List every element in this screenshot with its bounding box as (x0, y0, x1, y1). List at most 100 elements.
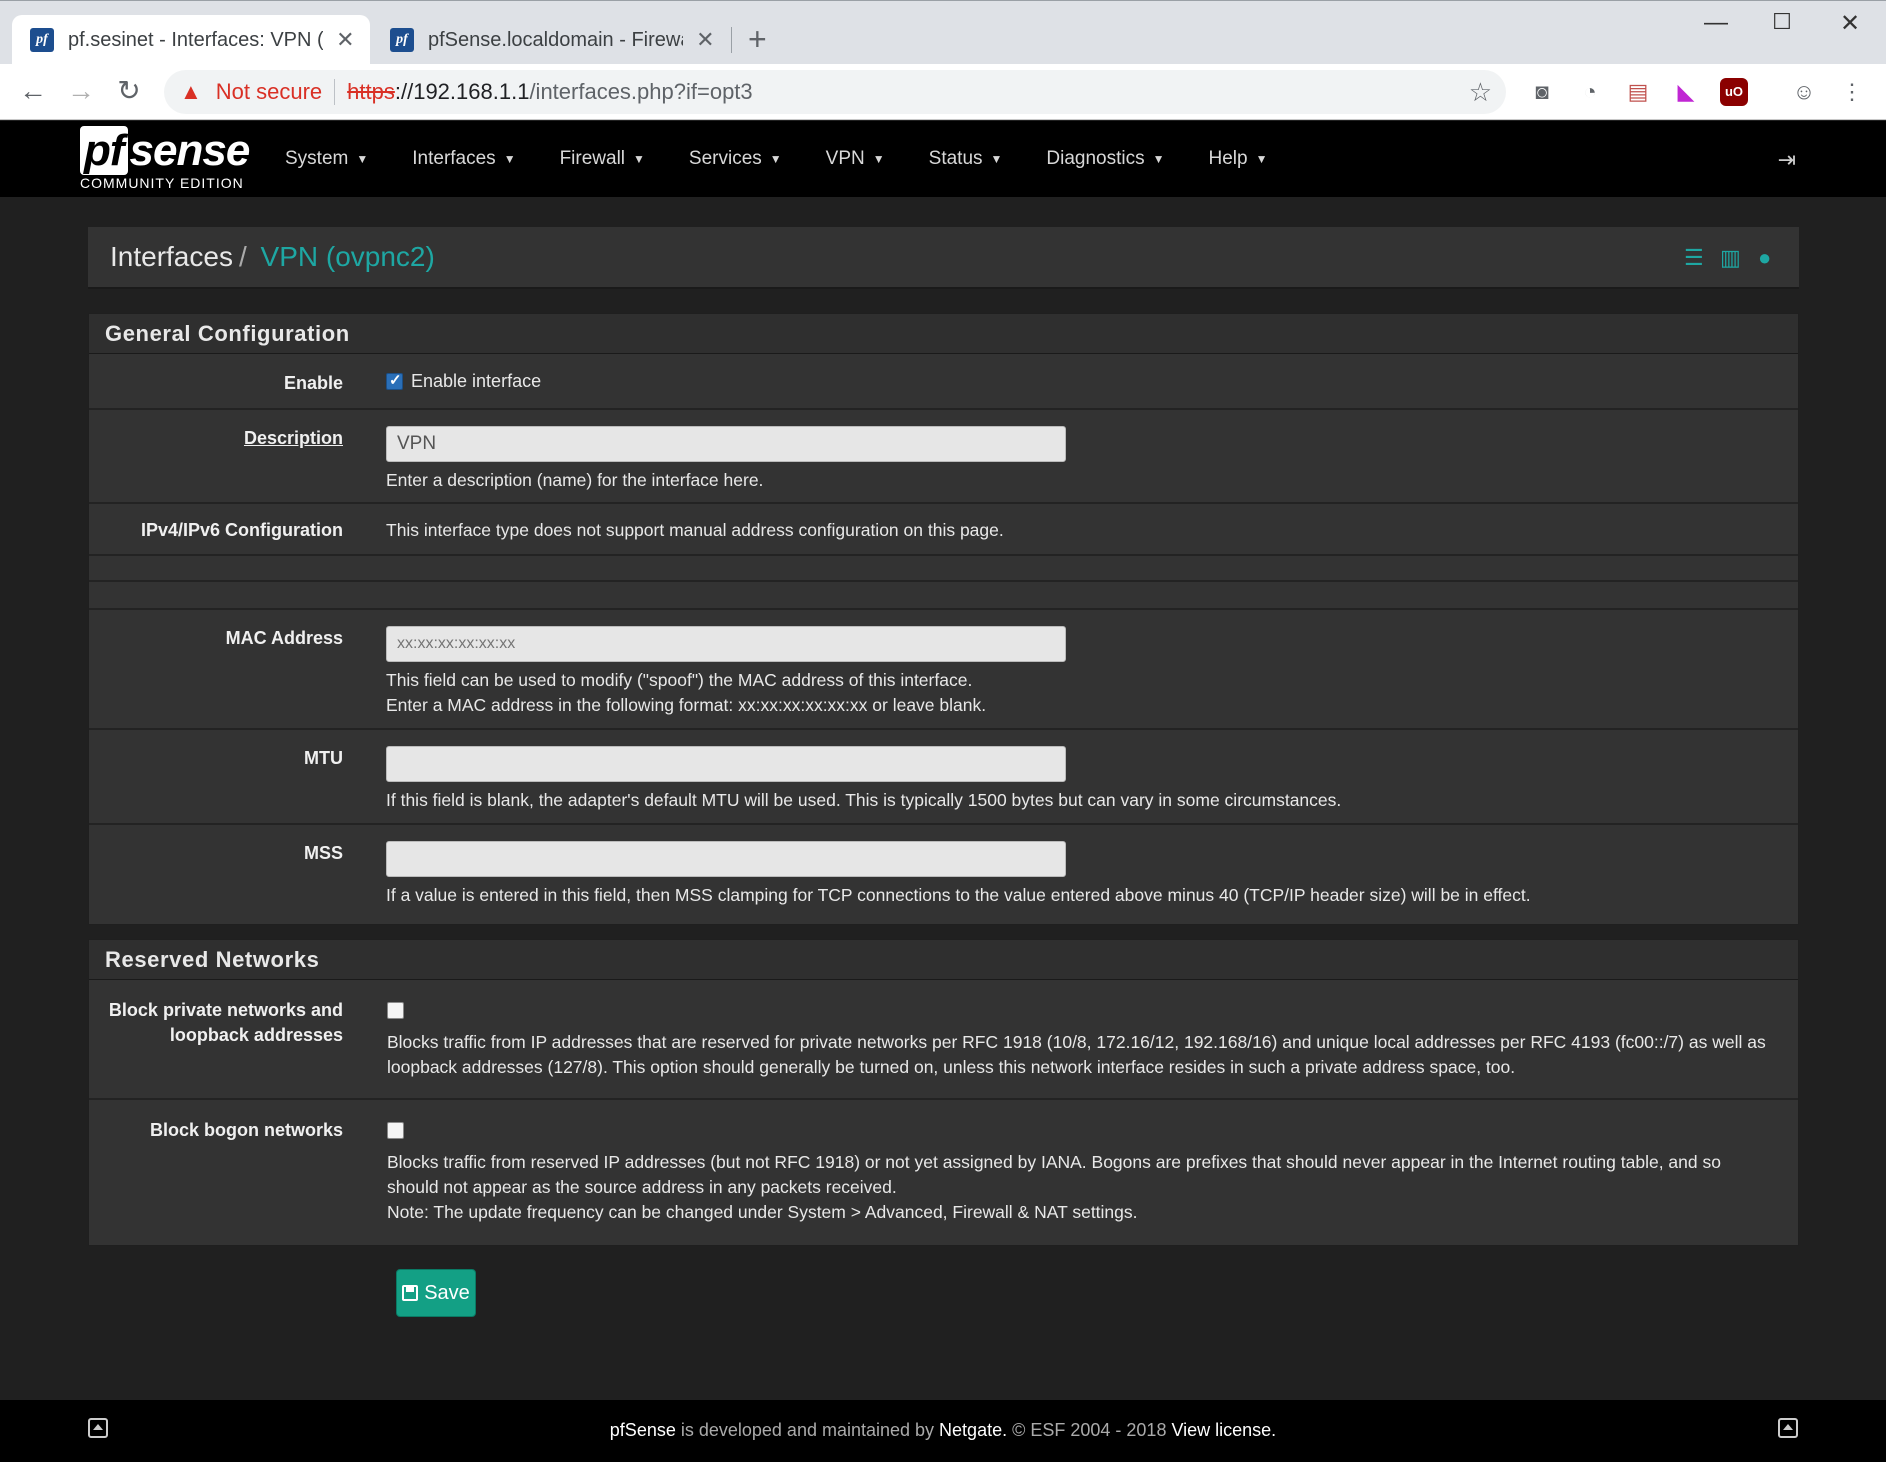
block-private-checkbox[interactable] (387, 1002, 404, 1020)
new-tab-icon[interactable]: + (748, 23, 767, 55)
footer-text: pfSense is developed and maintained by N… (0, 1420, 1886, 1441)
caret-down-icon: ▼ (356, 152, 369, 166)
help-icon[interactable]: ● (1758, 245, 1771, 271)
save-label: Save (424, 1281, 470, 1304)
ipconfig-text: This interface type does not support man… (386, 520, 1004, 540)
logo-edition: COMMUNITY EDITION (80, 175, 244, 191)
pfsense-favicon-icon: pf (390, 28, 414, 52)
row-mtu: MTU If this field is blank, the adapter'… (89, 730, 1798, 825)
row-block-private: Block private networks and loopback addr… (89, 980, 1798, 1100)
breadcrumb-current[interactable]: VPN (ovpnc2) (261, 241, 435, 272)
menu-label: System (285, 148, 349, 169)
panel-heading: General Configuration (89, 314, 1798, 354)
pfsense-logo[interactable]: pf sense COMMUNITY EDITION (80, 126, 251, 191)
mac-address-input[interactable] (386, 626, 1066, 662)
menu-firewall[interactable]: Firewall ▼ (560, 148, 645, 170)
menu-label: VPN (825, 148, 865, 169)
profile-avatar-icon[interactable]: ☺ (1790, 78, 1818, 106)
description-input[interactable] (386, 426, 1066, 462)
tab-title: pf.sesinet - Interfaces: VPN (ovpnc2) (68, 28, 323, 51)
menu-status[interactable]: Status ▼ (929, 148, 1003, 170)
ublock-extension-icon[interactable]: uO (1720, 78, 1748, 106)
security-status[interactable]: Not secure (216, 79, 322, 105)
mtu-label: MTU (304, 748, 343, 768)
breadcrumb: Interfaces / VPN (ovpnc2) ☰ ▥ ● (88, 227, 1799, 289)
footer-brand: pfSense (609, 1420, 676, 1440)
block-bogon-help-2: should not appear as the source address … (387, 1177, 897, 1197)
caret-down-icon: ▼ (633, 152, 645, 166)
footer-middle: is developed and maintained by (675, 1420, 940, 1440)
caret-down-icon: ▼ (503, 152, 516, 166)
block-private-help: Blocks traffic from IP addresses that ar… (387, 1032, 1766, 1052)
enable-label: Enable (283, 373, 343, 394)
save-button[interactable]: Save (396, 1269, 476, 1317)
menu-label: Status (928, 148, 983, 169)
menu-system[interactable]: System ▼ (285, 148, 368, 170)
row-ipconfig: IPv4/IPv6 Configuration This interface t… (89, 504, 1798, 556)
camera-extension-icon[interactable]: ◙ (1528, 78, 1556, 106)
caret-down-icon: ▼ (990, 152, 1003, 166)
cast-extension-icon[interactable]: ▤ (1624, 78, 1652, 106)
menu-label: Help (1208, 148, 1248, 169)
ipconfig-label: IPv4/IPv6 Configuration (140, 520, 343, 540)
footer-license-link[interactable]: View license. (1171, 1420, 1276, 1440)
menu-diagnostics[interactable]: Diagnostics ▼ (1046, 148, 1164, 170)
logout-icon[interactable]: ⇥ (1778, 147, 1796, 173)
mtu-help: If this field is blank, the adapter's de… (386, 790, 1342, 810)
block-private-label-line2: loopback addresses (169, 1025, 343, 1045)
mss-input[interactable] (386, 841, 1066, 877)
browser-menu-icon[interactable]: ⋮ (1838, 78, 1866, 106)
description-label[interactable]: Description (89, 426, 343, 451)
omnibox-divider (334, 79, 336, 105)
speedometer-extension-icon[interactable]: ◔ (1576, 78, 1604, 106)
address-bar[interactable]: ▲ Not secure https ://192.168.1.1 /inter… (164, 70, 1506, 114)
browser-tab-strip: pf pf.sesinet - Interfaces: VPN (ovpnc2)… (0, 0, 1886, 65)
browser-tab[interactable]: pf pfSense.localdomain - Firewall: NAT ✕ (372, 15, 730, 65)
menu-label: Services (688, 148, 762, 169)
browser-tab-active[interactable]: pf pf.sesinet - Interfaces: VPN (ovpnc2)… (12, 15, 370, 65)
reload-icon[interactable]: ↻ (112, 76, 146, 106)
block-bogon-checkbox[interactable] (387, 1122, 404, 1140)
top-navigation: pf sense COMMUNITY EDITION System ▼ Interf… (0, 121, 1886, 197)
enable-interface-checkbox[interactable] (386, 371, 403, 390)
caret-down-icon: ▼ (1152, 152, 1165, 166)
mac-address-label: MAC Address (225, 628, 343, 648)
window-close-icon[interactable]: ✕ (1830, 9, 1870, 38)
row-block-bogon: Block bogon networks Blocks traffic from… (89, 1100, 1798, 1244)
menu-label: Firewall (559, 148, 626, 169)
footer: pfSense is developed and maintained by N… (0, 1400, 1886, 1462)
close-tab-icon[interactable]: ✕ (695, 27, 716, 53)
description-help: Enter a description (name) for the inter… (386, 470, 764, 490)
menu-services[interactable]: Services ▼ (689, 148, 782, 170)
menu-label: Diagnostics (1046, 148, 1145, 169)
mtu-input[interactable] (386, 746, 1066, 782)
close-tab-icon[interactable]: ✕ (335, 27, 356, 53)
menu-label: Interfaces (412, 148, 496, 169)
forward-icon[interactable]: → (64, 76, 98, 106)
bar-chart-icon[interactable]: ▥ (1720, 245, 1741, 271)
menu-vpn[interactable]: VPN ▼ (826, 148, 885, 170)
row-description: Description Enter a description (name) f… (89, 410, 1798, 504)
logo-sense: sense (129, 126, 251, 175)
scroll-top-icon[interactable] (1778, 1418, 1798, 1438)
enable-interface-label: Enable interface (411, 371, 542, 391)
menu-interfaces[interactable]: Interfaces ▼ (412, 148, 515, 170)
url-scheme: https (347, 79, 395, 104)
bookmark-star-icon[interactable]: ☆ (1469, 77, 1492, 108)
mac-address-help: This field can be used to modify ("spoof… (386, 670, 973, 690)
breadcrumb-separator: / (238, 241, 247, 272)
back-icon[interactable]: ← (16, 76, 50, 106)
breadcrumb-parent[interactable]: Interfaces (110, 241, 233, 272)
footer-netgate-link[interactable]: Netgate. (939, 1420, 1007, 1440)
block-bogon-label: Block bogon networks (149, 1120, 343, 1140)
minimize-icon[interactable]: — (1696, 9, 1736, 37)
rss-extension-icon[interactable]: ◣ (1672, 78, 1700, 106)
sliders-icon[interactable]: ☰ (1684, 245, 1704, 271)
menu-help[interactable]: Help ▼ (1209, 148, 1268, 170)
mss-label: MSS (303, 843, 343, 863)
mss-help: If a value is entered in this field, the… (386, 885, 1531, 905)
maximize-icon[interactable]: ☐ (1762, 9, 1802, 35)
browser-toolbar: ← → ↻ ▲ Not secure https ://192.168.1.1 … (0, 64, 1886, 120)
row-mss: MSS If a value is entered in this field,… (89, 825, 1798, 919)
caret-down-icon: ▼ (872, 152, 885, 166)
